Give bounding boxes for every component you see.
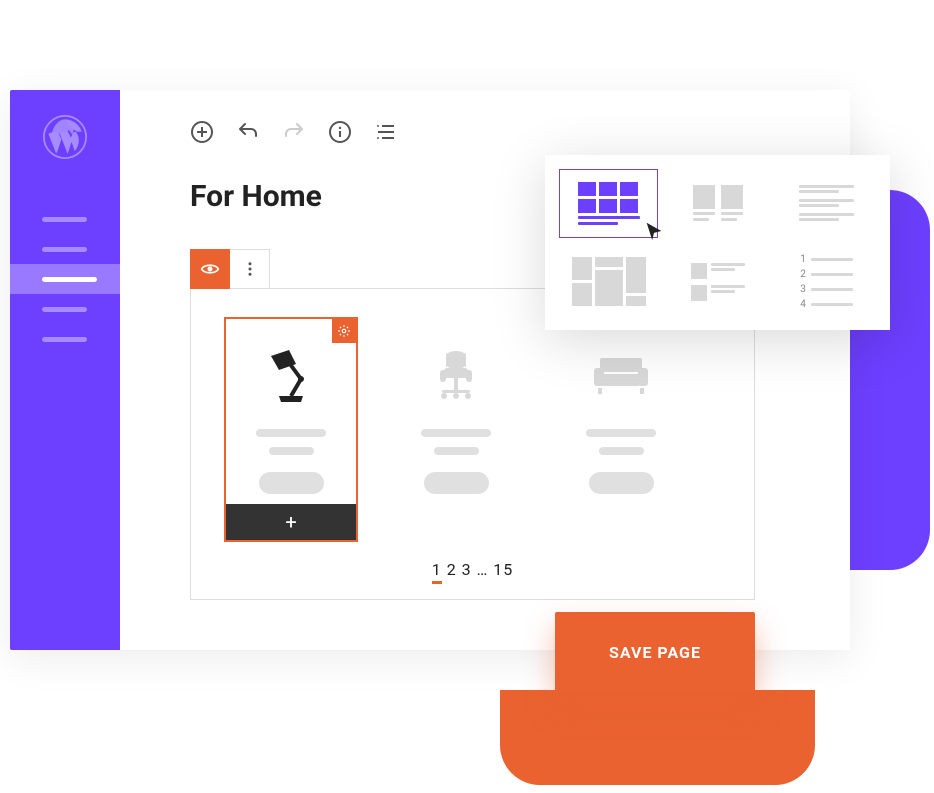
lamp-icon: [261, 344, 321, 404]
layout-option-numbered[interactable]: 1 2 3 4: [778, 249, 875, 316]
sidebar-item-4[interactable]: [10, 294, 120, 324]
chair-icon: [426, 344, 486, 404]
add-item-button[interactable]: +: [226, 504, 356, 540]
skeleton-line: [586, 429, 656, 437]
gear-icon: [337, 324, 351, 338]
wordpress-logo-icon: [43, 115, 87, 159]
sidebar: [10, 90, 120, 650]
numbered-3: 3: [800, 284, 806, 295]
layout-picker-popup: 1 2 3 4: [545, 155, 890, 330]
page-1[interactable]: 1: [432, 560, 442, 584]
sidebar-item-3[interactable]: [10, 264, 120, 294]
sidebar-item-5[interactable]: [10, 324, 120, 354]
outline-button[interactable]: [374, 120, 398, 144]
page-3[interactable]: 3: [462, 560, 472, 579]
skeleton-line: [256, 429, 326, 437]
page-2[interactable]: 2: [447, 560, 457, 579]
eye-icon: [200, 259, 220, 279]
page-15[interactable]: 15: [493, 560, 513, 579]
layout-option-cards[interactable]: [669, 170, 766, 237]
pagination: 1 2 3 … 15: [226, 560, 719, 579]
save-page-label: SAVE PAGE: [609, 643, 701, 662]
add-block-button[interactable]: [190, 120, 214, 144]
layout-option-masonry[interactable]: [560, 249, 657, 316]
sidebar-item-1[interactable]: [10, 204, 120, 234]
sofa-icon: [586, 344, 656, 404]
layout-option-list[interactable]: [778, 170, 875, 237]
numbered-1: 1: [800, 254, 806, 265]
skeleton-pill: [259, 472, 324, 494]
numbered-4: 4: [800, 299, 806, 310]
skeleton-line: [421, 429, 491, 437]
layout-option-grid[interactable]: [560, 170, 657, 237]
numbered-2: 2: [800, 269, 806, 280]
layout-option-rows[interactable]: [669, 249, 766, 316]
skeleton-pill: [424, 472, 489, 494]
block-preview-button[interactable]: [190, 249, 230, 289]
redo-button[interactable]: [282, 120, 306, 144]
skeleton-pill: [589, 472, 654, 494]
page-ellipsis: …: [477, 560, 489, 579]
product-card-2[interactable]: [391, 319, 521, 540]
decorative-orange-card: [500, 690, 815, 785]
save-page-button[interactable]: SAVE PAGE: [555, 612, 755, 692]
sidebar-item-2[interactable]: [10, 234, 120, 264]
products-block[interactable]: +: [190, 288, 755, 600]
product-card-1[interactable]: +: [226, 319, 356, 540]
block-more-button[interactable]: [230, 249, 270, 289]
info-button[interactable]: [328, 120, 352, 144]
undo-button[interactable]: [236, 120, 260, 144]
editor-toolbar: [190, 120, 850, 144]
skeleton-line: [434, 447, 479, 455]
product-settings-button[interactable]: [332, 319, 356, 343]
plus-icon: +: [285, 510, 296, 534]
more-vertical-icon: [241, 260, 259, 278]
skeleton-line: [599, 447, 644, 455]
skeleton-line: [269, 447, 314, 455]
cursor-icon: [643, 220, 665, 242]
product-card-3[interactable]: [556, 319, 686, 540]
